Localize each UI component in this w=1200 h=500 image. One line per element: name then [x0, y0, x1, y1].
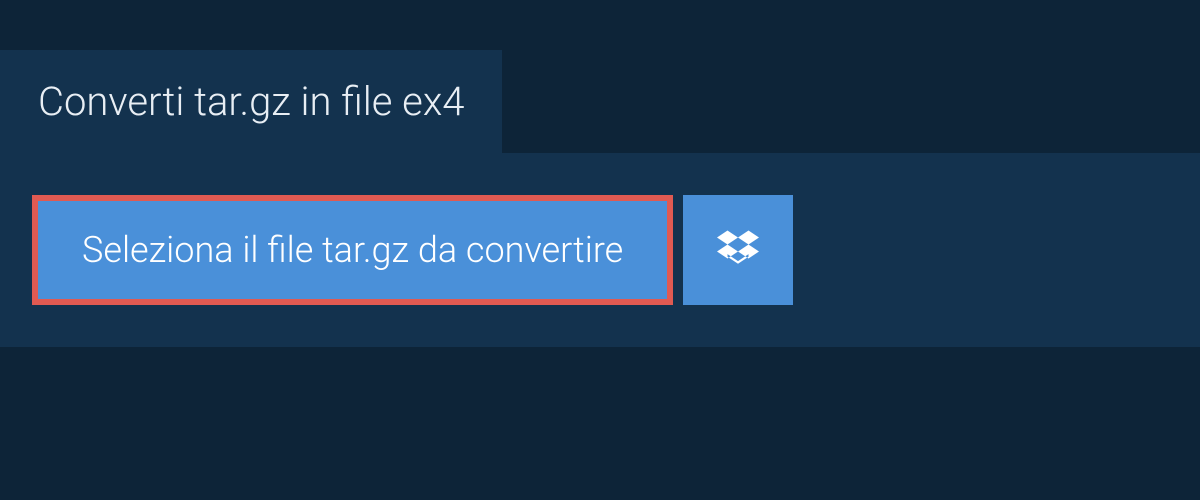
upload-panel: Seleziona il file tar.gz da convertire [0, 153, 1200, 347]
page-title: Converti tar.gz in file ex4 [0, 50, 502, 153]
dropbox-button[interactable] [683, 195, 793, 305]
page-title-text: Converti tar.gz in file ex4 [38, 78, 464, 125]
select-file-button[interactable]: Seleziona il file tar.gz da convertire [32, 195, 673, 305]
select-file-label: Seleziona il file tar.gz da convertire [82, 229, 623, 271]
button-row: Seleziona il file tar.gz da convertire [32, 195, 1168, 305]
dropbox-icon [717, 227, 759, 273]
